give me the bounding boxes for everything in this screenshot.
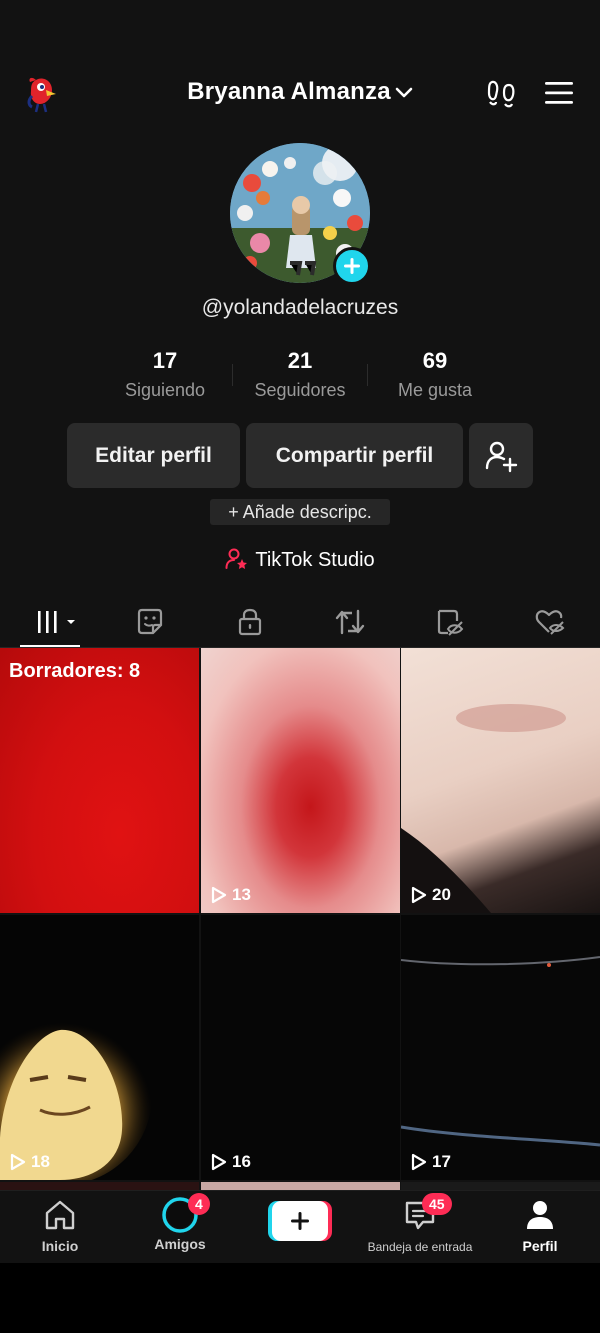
inbox-badge: 45 xyxy=(422,1193,452,1215)
create-button[interactable] xyxy=(268,1201,332,1241)
glowing-face-thumbnail xyxy=(0,1005,152,1180)
stat-following-value: 17 xyxy=(152,348,178,373)
nav-home[interactable]: Inicio xyxy=(0,1199,120,1254)
stat-following[interactable]: 17 Siguiendo xyxy=(100,348,230,401)
menu-icon[interactable] xyxy=(544,80,574,111)
tab-liked[interactable] xyxy=(525,604,575,640)
video-tile[interactable]: 13 xyxy=(201,648,400,913)
bottom-nav: Inicio Amigos 4 Bandeja de entrada 45 Pe… xyxy=(0,1190,600,1263)
tab-stickers[interactable] xyxy=(125,604,175,640)
tiktok-studio-link[interactable]: TikTok Studio xyxy=(0,548,600,572)
drafts-tile[interactable]: Borradores: 8 xyxy=(0,648,199,913)
profile-name: Bryanna Almanza xyxy=(187,78,391,105)
profile-icon xyxy=(527,1201,553,1229)
view-count-value: 13 xyxy=(232,885,251,904)
plus-icon xyxy=(344,258,360,274)
view-count: 18 xyxy=(10,1152,50,1172)
nav-home-label: Inicio xyxy=(41,1238,79,1254)
nav-profile-label: Perfil xyxy=(522,1238,558,1254)
studio-icon xyxy=(225,548,248,569)
stat-followers[interactable]: 21 Seguidores xyxy=(235,348,365,401)
tab-videos[interactable] xyxy=(30,604,80,640)
view-count: 13 xyxy=(211,885,251,905)
view-count-value: 17 xyxy=(432,1152,451,1171)
play-icon xyxy=(211,1153,227,1171)
tab-private[interactable] xyxy=(225,604,275,640)
stat-following-label: Siguiendo xyxy=(124,380,206,400)
view-count: 16 xyxy=(211,1152,251,1172)
play-icon xyxy=(411,886,427,904)
stat-likes[interactable]: 69 Me gusta xyxy=(370,348,500,401)
add-friend-button[interactable] xyxy=(469,423,533,488)
username: @yolandadelacruzes xyxy=(201,296,399,319)
view-count: 17 xyxy=(411,1152,451,1172)
edit-profile-button[interactable]: Editar perfil xyxy=(67,423,240,488)
stat-divider xyxy=(232,364,233,386)
app-root: Bryanna Almanza @yolandadelacruzes 17 Si… xyxy=(0,0,600,1333)
stat-likes-value: 69 xyxy=(422,348,448,373)
edit-profile-label: Editar perfil xyxy=(95,443,212,467)
video-tile[interactable]: 20 xyxy=(401,648,600,913)
video-tile[interactable]: 18 xyxy=(0,915,199,1180)
share-profile-button[interactable]: Compartir perfil xyxy=(246,423,463,488)
view-count-value: 18 xyxy=(31,1152,50,1171)
play-icon xyxy=(10,1153,26,1171)
play-icon xyxy=(211,886,227,904)
home-icon xyxy=(45,1200,75,1230)
hidden-video-icon xyxy=(437,609,464,636)
stat-followers-value: 21 xyxy=(287,348,313,373)
nav-profile[interactable]: Perfil xyxy=(480,1199,600,1254)
stat-likes-label: Me gusta xyxy=(397,380,473,400)
add-person-icon xyxy=(485,441,518,472)
nav-inbox[interactable]: Bandeja de entrada 45 xyxy=(360,1193,480,1254)
chevron-down-icon xyxy=(395,87,413,98)
drafts-label: Borradores: 8 xyxy=(9,660,141,682)
share-profile-label: Compartir perfil xyxy=(275,443,434,467)
view-count-value: 16 xyxy=(232,1152,251,1171)
nav-inbox-label: Bandeja de entrada xyxy=(367,1240,473,1254)
active-tab-indicator xyxy=(20,645,80,647)
profile-tabs xyxy=(0,596,600,648)
add-avatar-button[interactable] xyxy=(333,247,371,285)
video-tile[interactable]: 17 xyxy=(401,915,600,1180)
sticker-icon xyxy=(137,608,163,635)
system-nav-area xyxy=(0,1263,600,1333)
create-plus-icon xyxy=(268,1201,332,1241)
view-count-value: 20 xyxy=(432,885,451,904)
grid-videos-icon xyxy=(38,611,75,633)
heart-hidden-icon xyxy=(535,610,565,635)
streak-thumbnail xyxy=(401,956,600,1147)
tab-hidden[interactable] xyxy=(425,604,475,640)
tab-reposts[interactable] xyxy=(325,604,375,640)
footprint-icon[interactable] xyxy=(486,78,516,113)
stat-followers-label: Seguidores xyxy=(254,380,346,400)
nav-friends-label: Amigos xyxy=(154,1236,206,1252)
studio-label: TikTok Studio xyxy=(255,549,375,571)
nav-friends[interactable]: Amigos 4 xyxy=(120,1193,240,1252)
add-description-button[interactable]: + Añade descripc. xyxy=(210,499,390,525)
friends-badge: 4 xyxy=(188,1193,210,1215)
lips-thumbnail xyxy=(401,704,566,913)
video-tile[interactable]: 16 xyxy=(201,915,400,1180)
lock-icon xyxy=(238,608,262,636)
repost-icon xyxy=(335,609,365,635)
stat-divider xyxy=(367,364,368,386)
header: Bryanna Almanza xyxy=(0,70,600,118)
play-icon xyxy=(411,1153,427,1171)
view-count: 20 xyxy=(411,885,451,905)
